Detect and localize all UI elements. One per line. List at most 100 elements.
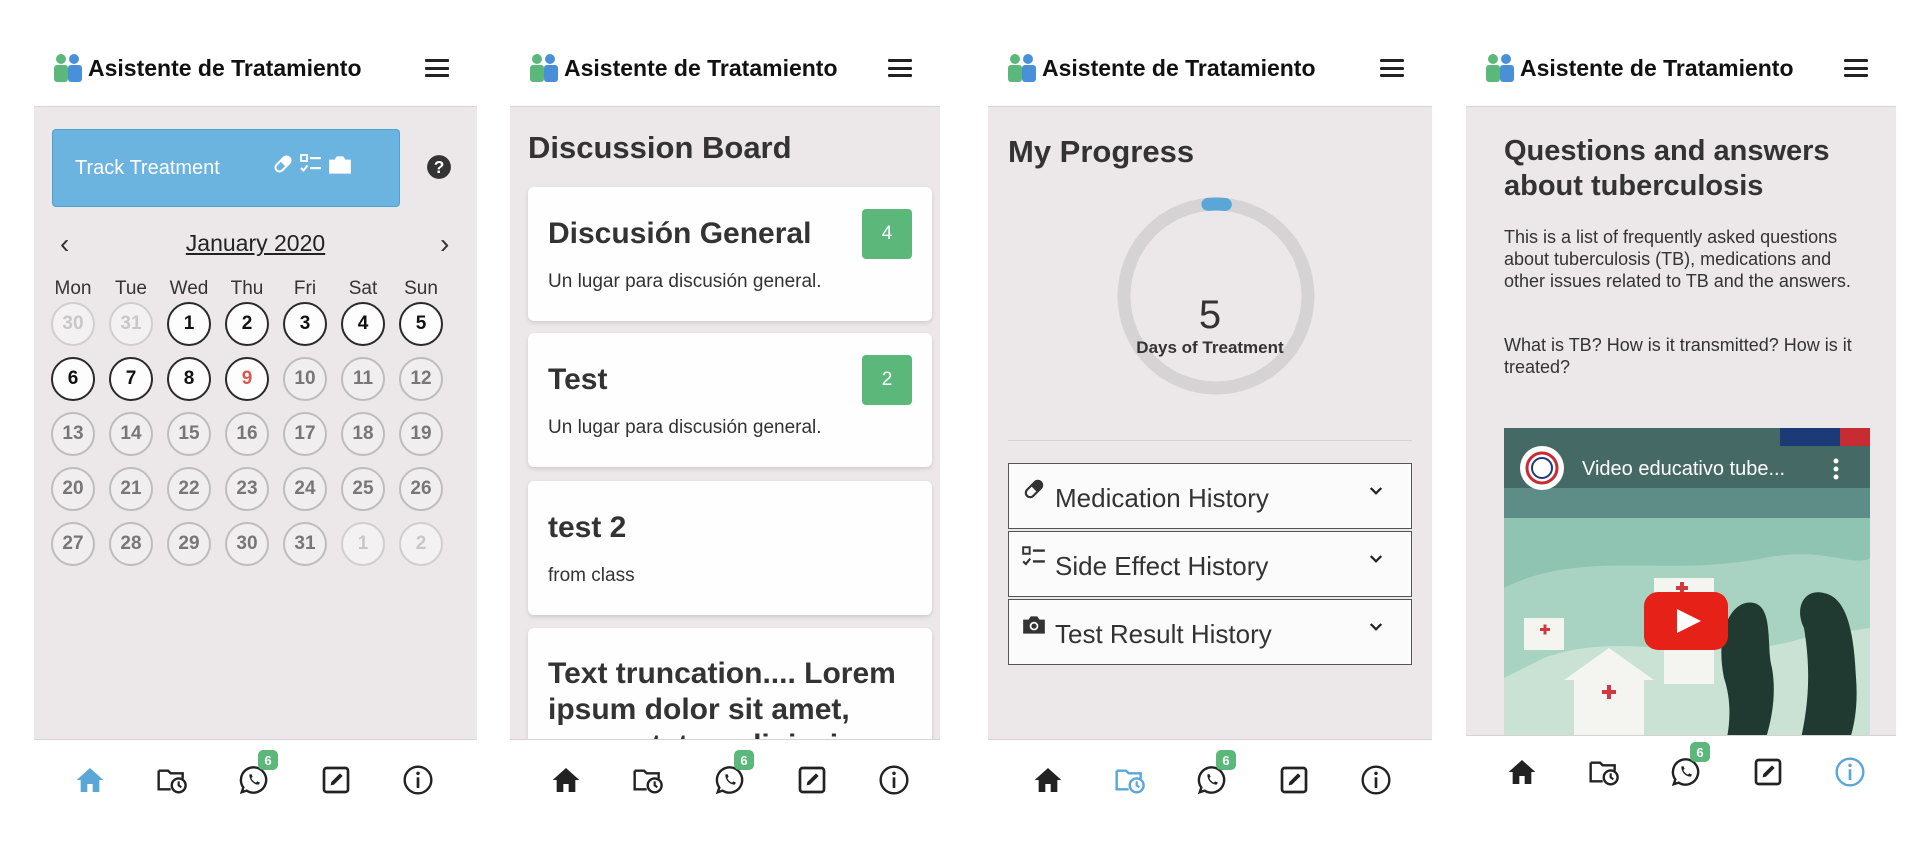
hamburger-menu-icon[interactable] xyxy=(1380,59,1404,77)
calendar-day[interactable]: 10 xyxy=(283,357,327,401)
nav-folder-clock-icon[interactable] xyxy=(1586,754,1622,790)
calendar-day[interactable]: 30 xyxy=(51,302,95,346)
calendar-day[interactable]: 30 xyxy=(225,522,269,566)
calendar-day[interactable]: 22 xyxy=(167,467,211,511)
nav-folder-clock-icon[interactable] xyxy=(1112,762,1148,798)
app-header: Asistente de Tratamiento xyxy=(1466,30,1896,107)
calendar-day[interactable]: 12 xyxy=(399,357,443,401)
app-header: Asistente de Tratamiento xyxy=(510,30,940,107)
hamburger-menu-icon[interactable] xyxy=(1844,59,1868,77)
chat-badge: 6 xyxy=(258,750,278,770)
card-subtitle: Un lugar para discusión general. xyxy=(548,417,822,438)
calendar-day[interactable]: 14 xyxy=(109,412,153,456)
calendar-day[interactable]: 26 xyxy=(399,467,443,511)
weekday-label: Fri xyxy=(293,278,317,299)
app-logo-icon xyxy=(528,52,560,84)
nav-folder-clock-icon[interactable] xyxy=(154,762,190,798)
calendar-day[interactable]: 7 xyxy=(109,357,153,401)
nav-edit-icon[interactable] xyxy=(794,762,830,798)
chevron-down-icon xyxy=(1367,482,1385,500)
calendar-day[interactable]: 3 xyxy=(283,302,327,346)
calendar-day[interactable]: 24 xyxy=(283,467,327,511)
nav-folder-clock-icon[interactable] xyxy=(630,762,666,798)
calendar-day[interactable]: 29 xyxy=(167,522,211,566)
track-treatment-button[interactable]: Track Treatment xyxy=(52,129,400,207)
app-logo-icon xyxy=(1006,52,1038,84)
calendar-day[interactable]: 2 xyxy=(399,522,443,566)
nav-info-icon[interactable] xyxy=(400,762,436,798)
calendar-day[interactable]: 8 xyxy=(167,357,211,401)
calendar-day[interactable]: 6 xyxy=(51,357,95,401)
page-title: My Progress xyxy=(1008,134,1195,169)
calendar-day[interactable]: 15 xyxy=(167,412,211,456)
nav-home-icon[interactable] xyxy=(1030,762,1066,798)
chat-badge: 6 xyxy=(1690,742,1710,762)
video-title: Video educativo tube... xyxy=(1582,458,1786,480)
chat-badge: 6 xyxy=(1216,750,1236,770)
calendar-day[interactable]: 18 xyxy=(341,412,385,456)
calendar-day[interactable]: 31 xyxy=(283,522,327,566)
nav-home-icon[interactable] xyxy=(1504,754,1540,790)
nav-edit-icon[interactable] xyxy=(318,762,354,798)
calendar-day[interactable]: 16 xyxy=(225,412,269,456)
card-subtitle: from class xyxy=(548,565,635,586)
calendar-day[interactable]: 17 xyxy=(283,412,327,456)
discussion-card[interactable]: test 2 from class xyxy=(528,481,932,615)
hamburger-menu-icon[interactable] xyxy=(888,59,912,77)
calendar-day[interactable]: 1 xyxy=(341,522,385,566)
video-player[interactable]: Video educativo tube... xyxy=(1504,428,1870,768)
calendar-day[interactable]: 11 xyxy=(341,357,385,401)
calendar-day-today[interactable]: 9 xyxy=(225,357,269,401)
medication-history-accordion[interactable]: Medication History xyxy=(1008,463,1412,529)
nav-edit-icon[interactable] xyxy=(1276,762,1312,798)
play-icon[interactable] xyxy=(1644,592,1728,650)
nav-edit-icon[interactable] xyxy=(1750,754,1786,790)
hamburger-menu-icon[interactable] xyxy=(425,59,449,77)
nav-info-icon[interactable] xyxy=(876,762,912,798)
bottom-nav: 6 xyxy=(1466,735,1896,820)
test-result-history-accordion[interactable]: Test Result History xyxy=(1008,599,1412,665)
calendar-day[interactable]: 27 xyxy=(51,522,95,566)
calendar-day[interactable]: 23 xyxy=(225,467,269,511)
calendar-day[interactable]: 13 xyxy=(51,412,95,456)
channel-avatar-icon xyxy=(1520,446,1564,490)
weekday-label: Wed xyxy=(169,278,209,299)
calendar-day[interactable]: 31 xyxy=(109,302,153,346)
pill-icon xyxy=(1021,476,1047,502)
accordion-label: Medication History xyxy=(1055,483,1269,513)
nav-info-icon[interactable] xyxy=(1358,762,1394,798)
nav-whatsapp-icon[interactable]: 6 xyxy=(1668,742,1710,790)
divider xyxy=(1008,440,1412,441)
camera-icon xyxy=(1021,612,1047,638)
calendar-day[interactable]: 19 xyxy=(399,412,443,456)
side-effect-history-accordion[interactable]: Side Effect History xyxy=(1008,531,1412,597)
nav-whatsapp-icon[interactable]: 6 xyxy=(1194,750,1236,798)
calendar-day[interactable]: 25 xyxy=(341,467,385,511)
nav-whatsapp-icon[interactable]: 6 xyxy=(712,750,754,798)
calendar-day[interactable]: 2 xyxy=(225,302,269,346)
nav-info-icon[interactable] xyxy=(1832,754,1868,790)
nav-home-icon[interactable] xyxy=(548,762,584,798)
calendar-day[interactable]: 21 xyxy=(109,467,153,511)
calendar-month-title[interactable]: January 2020 xyxy=(34,230,477,257)
nav-whatsapp-icon[interactable]: 6 xyxy=(236,750,278,798)
days-count: 5 xyxy=(1198,293,1222,337)
nav-home-icon[interactable] xyxy=(72,762,108,798)
calendar-day[interactable]: 20 xyxy=(51,467,95,511)
card-title: Discusión General xyxy=(548,217,812,250)
calendar-day[interactable]: 28 xyxy=(109,522,153,566)
calendar-next-button[interactable]: › xyxy=(440,228,449,260)
page-title: Discussion Board xyxy=(528,130,792,165)
track-treatment-label: Track Treatment xyxy=(75,157,220,179)
accordion-label: Test Result History xyxy=(1055,619,1272,649)
app-header: Asistente de Tratamiento xyxy=(34,30,477,107)
discussion-card[interactable]: Discusión General Un lugar para discusió… xyxy=(528,187,932,321)
svg-text:?: ? xyxy=(434,157,445,177)
help-icon[interactable]: ? xyxy=(426,154,452,180)
chevron-down-icon xyxy=(1367,618,1385,636)
calendar-day[interactable]: 5 xyxy=(399,302,443,346)
more-vert-icon[interactable] xyxy=(1832,458,1840,480)
calendar-day[interactable]: 1 xyxy=(167,302,211,346)
discussion-card[interactable]: Test Un lugar para discusión general. 2 xyxy=(528,333,932,467)
calendar-day[interactable]: 4 xyxy=(341,302,385,346)
